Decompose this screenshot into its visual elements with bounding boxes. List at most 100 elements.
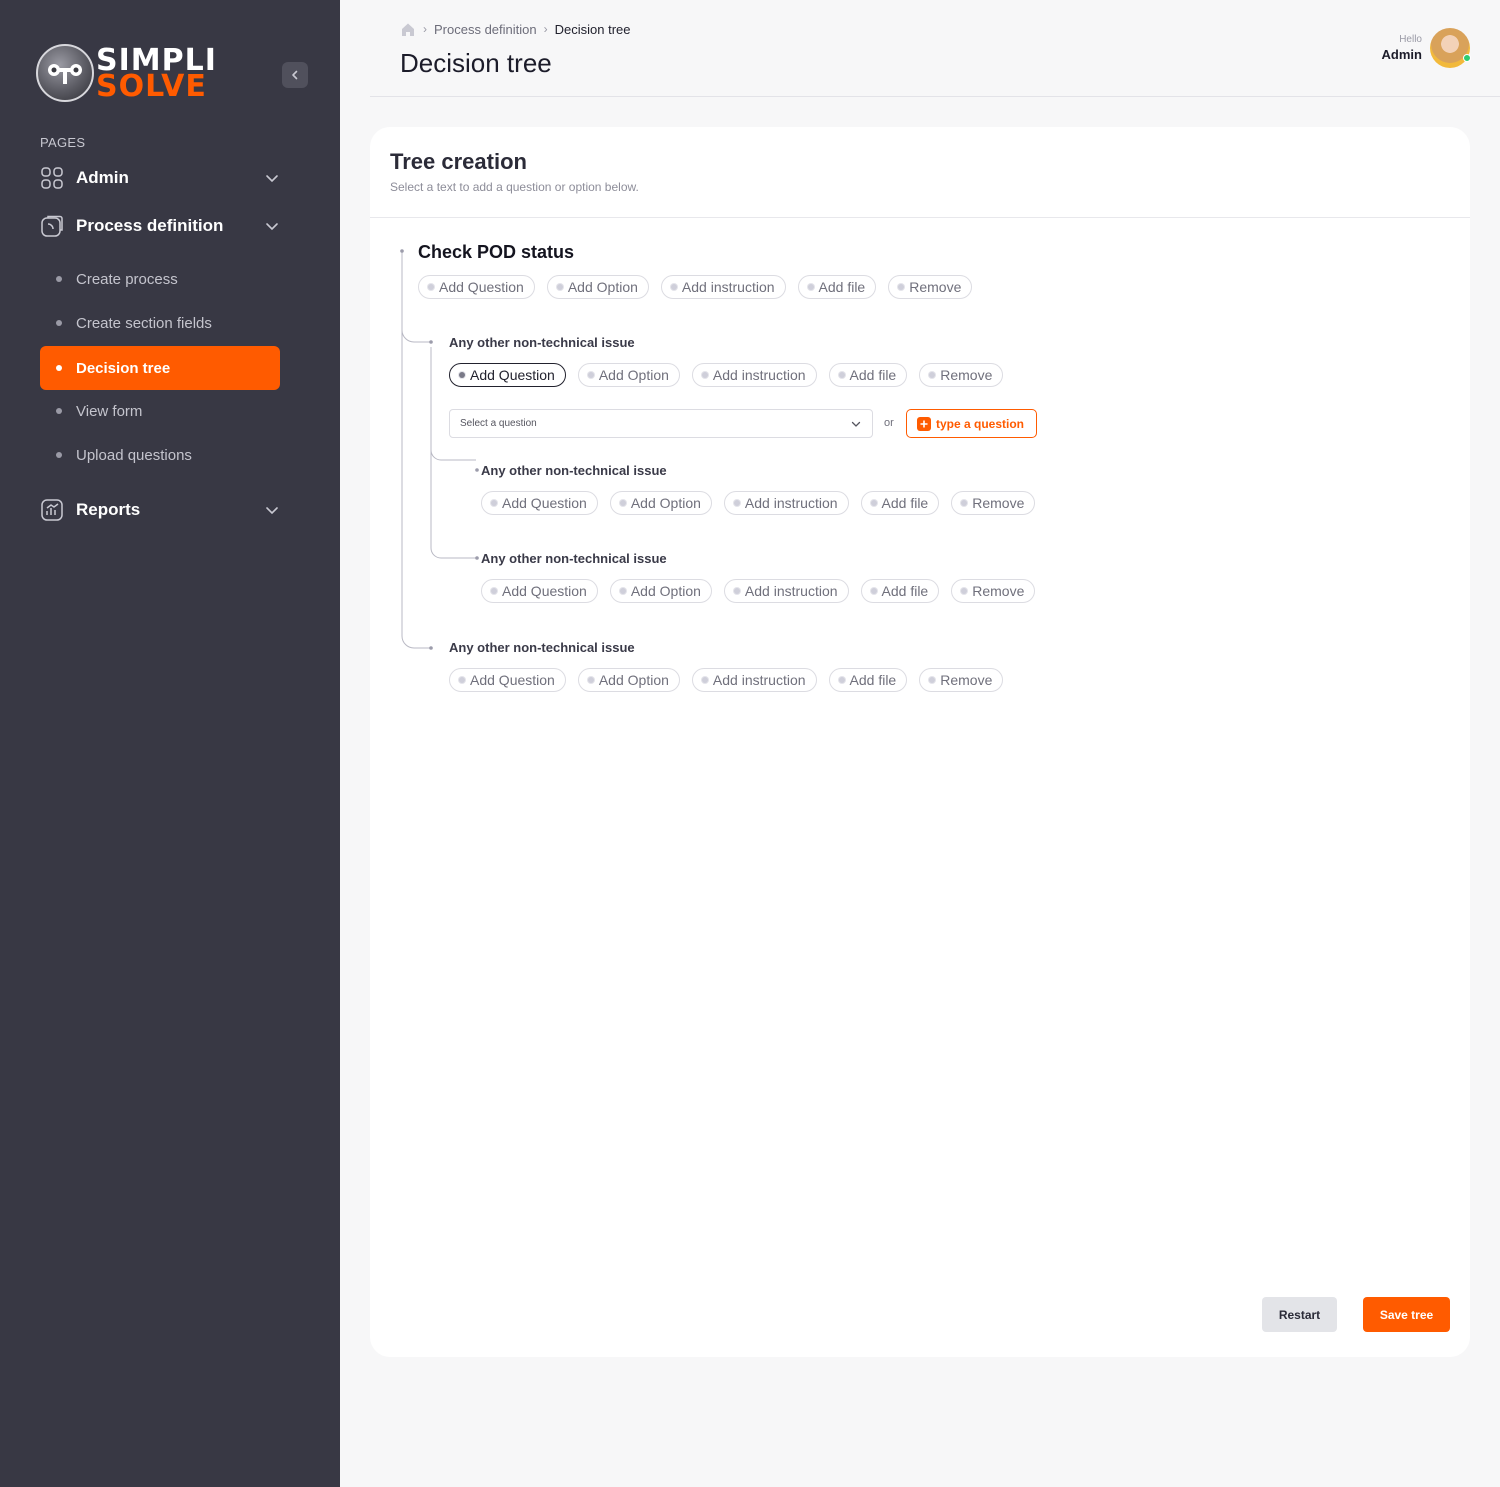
tree-node-title[interactable]: Any other non-technical issue bbox=[449, 335, 635, 350]
bullet-icon bbox=[56, 276, 62, 282]
chip-label: Add Question bbox=[439, 279, 524, 295]
header-divider bbox=[370, 96, 1500, 97]
chip-label: Add file bbox=[818, 279, 866, 295]
chevron-down-icon bbox=[266, 507, 278, 515]
sidebar-item-label: Create section fields bbox=[76, 314, 212, 332]
chip-label: Add file bbox=[881, 583, 929, 599]
remove-chip[interactable]: Remove bbox=[919, 668, 1004, 692]
chip-label: Remove bbox=[940, 672, 993, 688]
add-option-chip[interactable]: Add Option bbox=[546, 275, 649, 299]
chip-dot-icon bbox=[733, 588, 740, 594]
chip-dot-icon bbox=[838, 372, 845, 378]
chip-dot-icon bbox=[587, 372, 594, 378]
remove-chip[interactable]: Remove bbox=[919, 363, 1004, 387]
add-file-chip[interactable]: Add file bbox=[828, 363, 908, 387]
add-file-chip[interactable]: Add file bbox=[828, 668, 908, 692]
add-instruction-chip[interactable]: Add instruction bbox=[723, 579, 849, 603]
sidebar-group-label: Process definition bbox=[76, 216, 224, 235]
add-question-chip[interactable]: Add Question bbox=[449, 668, 566, 692]
chip-dot-icon bbox=[961, 500, 968, 506]
remove-chip[interactable]: Remove bbox=[888, 275, 973, 299]
chevron-right-icon: › bbox=[543, 22, 548, 36]
chip-dot-icon bbox=[701, 677, 708, 683]
chip-label: Add instruction bbox=[712, 672, 806, 688]
plus-icon bbox=[917, 416, 931, 431]
sidebar-item-upload-questions[interactable]: Upload questions bbox=[40, 433, 280, 477]
chip-label: Remove bbox=[972, 495, 1025, 511]
add-option-chip[interactable]: Add Option bbox=[577, 668, 680, 692]
sidebar-item-create-process[interactable]: Create process bbox=[40, 257, 280, 301]
user-menu[interactable]: Hello Admin bbox=[1381, 28, 1471, 68]
remove-chip[interactable]: Remove bbox=[951, 579, 1036, 603]
sidebar-group-reports[interactable]: Reports bbox=[40, 495, 280, 525]
add-instruction-chip[interactable]: Add instruction bbox=[660, 275, 786, 299]
sidebar-group-admin[interactable]: Admin bbox=[40, 163, 280, 193]
question-select[interactable]: Select a question bbox=[449, 409, 873, 438]
sidebar-item-label: Create process bbox=[76, 270, 178, 288]
chip-dot-icon bbox=[929, 372, 936, 378]
add-question-chip[interactable]: Add Question bbox=[449, 363, 566, 387]
bullet-icon bbox=[56, 320, 62, 326]
add-instruction-chip[interactable]: Add instruction bbox=[723, 491, 849, 515]
add-question-chip[interactable]: Add Question bbox=[418, 275, 535, 299]
tree-node-root-title[interactable]: Check POD status bbox=[418, 242, 574, 263]
chip-label: Add instruction bbox=[744, 495, 838, 511]
tree-node-title[interactable]: Any other non-technical issue bbox=[449, 640, 635, 655]
sidebar-item-create-section-fields[interactable]: Create section fields bbox=[40, 301, 280, 345]
chevron-left-icon bbox=[292, 70, 298, 80]
type-question-button[interactable]: type a question bbox=[906, 409, 1037, 438]
add-instruction-chip[interactable]: Add instruction bbox=[691, 668, 817, 692]
process-icon bbox=[40, 214, 64, 238]
add-question-chip[interactable]: Add Question bbox=[481, 579, 598, 603]
chip-dot-icon bbox=[619, 588, 626, 594]
chart-icon bbox=[40, 498, 64, 522]
chip-label: Add Option bbox=[598, 367, 669, 383]
chip-dot-icon bbox=[807, 284, 814, 290]
remove-chip[interactable]: Remove bbox=[951, 491, 1036, 515]
type-question-label: type a question bbox=[936, 416, 1025, 431]
home-icon[interactable] bbox=[400, 22, 416, 37]
chip-label: Add Question bbox=[470, 367, 555, 383]
bullet-icon bbox=[56, 408, 62, 414]
sidebar-item-view-form[interactable]: View form bbox=[40, 389, 280, 433]
avatar[interactable] bbox=[1430, 28, 1471, 68]
chip-label: Add Option bbox=[630, 495, 701, 511]
restart-button[interactable]: Restart bbox=[1262, 1297, 1337, 1332]
question-select-value: Select a question bbox=[460, 418, 537, 429]
chip-label: Add Question bbox=[470, 672, 555, 688]
chip-dot-icon bbox=[459, 677, 465, 683]
add-file-chip[interactable]: Add file bbox=[860, 579, 940, 603]
simplisolve-logo[interactable]: SIMPLI SOLVE bbox=[36, 42, 236, 104]
chip-label: Add file bbox=[881, 495, 929, 511]
tree-node-title[interactable]: Any other non-technical issue bbox=[481, 463, 667, 478]
add-file-chip[interactable]: Add file bbox=[797, 275, 877, 299]
tree-node-root-actions: Add Question Add Option Add instruction … bbox=[418, 275, 984, 299]
breadcrumb-link-process-definition[interactable]: Process definition bbox=[434, 22, 537, 37]
user-greeting: Hello bbox=[1399, 34, 1422, 45]
chip-dot-icon bbox=[701, 372, 708, 378]
chip-dot-icon bbox=[619, 500, 626, 506]
add-file-chip[interactable]: Add file bbox=[860, 491, 940, 515]
chip-dot-icon bbox=[556, 284, 563, 290]
chip-label: Add file bbox=[849, 672, 897, 688]
add-question-chip[interactable]: Add Question bbox=[481, 491, 598, 515]
user-name: Admin bbox=[1381, 47, 1422, 62]
collapse-sidebar-button[interactable] bbox=[282, 62, 308, 88]
add-option-chip[interactable]: Add Option bbox=[609, 491, 712, 515]
bullet-icon bbox=[56, 452, 62, 458]
tree-creation-card: Tree creation Select a text to add a que… bbox=[370, 127, 1470, 1357]
bullet-icon bbox=[56, 365, 62, 371]
chip-label: Add Option bbox=[630, 583, 701, 599]
add-instruction-chip[interactable]: Add instruction bbox=[691, 363, 817, 387]
online-status-icon bbox=[1463, 54, 1471, 62]
sidebar-item-decision-tree[interactable]: Decision tree bbox=[40, 346, 280, 390]
chip-label: Add Question bbox=[502, 495, 587, 511]
add-option-chip[interactable]: Add Option bbox=[577, 363, 680, 387]
sidebar-group-process-definition[interactable]: Process definition bbox=[40, 211, 280, 241]
tree-node-title[interactable]: Any other non-technical issue bbox=[481, 551, 667, 566]
chip-dot-icon bbox=[838, 677, 845, 683]
chip-label: Add Question bbox=[502, 583, 587, 599]
add-option-chip[interactable]: Add Option bbox=[609, 579, 712, 603]
save-tree-button[interactable]: Save tree bbox=[1363, 1297, 1450, 1332]
chip-label: Add instruction bbox=[712, 367, 806, 383]
